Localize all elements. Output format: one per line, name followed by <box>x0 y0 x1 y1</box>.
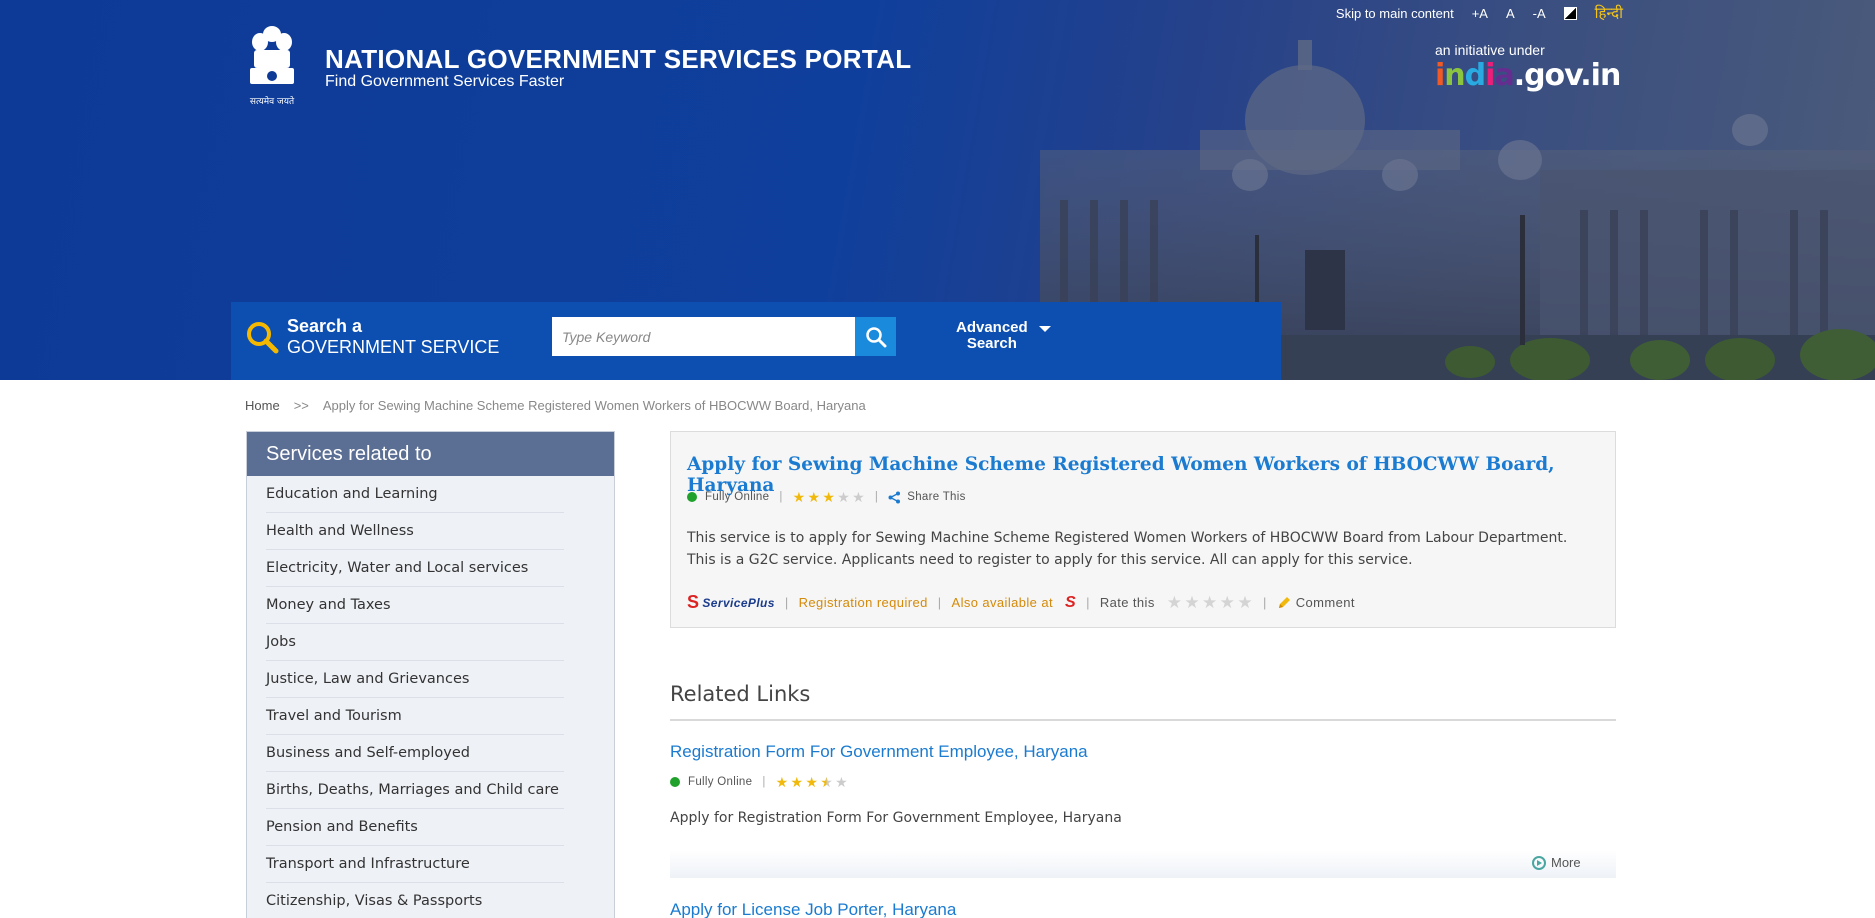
serviceplus-logo[interactable]: S ServicePlus <box>687 592 775 613</box>
star-icon: ★ <box>852 489 865 505</box>
comment-label: Comment <box>1295 595 1355 610</box>
skip-to-main-link[interactable]: Skip to main content <box>1336 6 1454 21</box>
category-item[interactable]: Travel and Tourism <box>266 698 564 735</box>
category-item[interactable]: Jobs <box>266 624 564 661</box>
search-icon <box>247 322 279 354</box>
font-increase-button[interactable]: +A <box>1472 6 1488 21</box>
share-icon[interactable] <box>888 491 901 504</box>
star-icon: ★ <box>837 489 851 505</box>
online-status-dot <box>687 492 697 502</box>
category-item[interactable]: Money and Taxes <box>266 587 564 624</box>
initiative-label: an initiative under <box>1435 42 1545 58</box>
related-links-heading: Related Links <box>670 682 811 706</box>
advanced-search-line2: Search <box>966 335 1017 352</box>
star-icon: ★ <box>792 489 806 505</box>
related-link-meta: Fully Online | ★ ★ ★ ★ ★ <box>670 775 848 789</box>
rate-star-icon[interactable]: ★ <box>1202 594 1218 611</box>
header-banner: सत्यमेव जयते NATIONAL GOVERNMENT SERVICE… <box>0 0 1875 380</box>
breadcrumb-separator: >> <box>293 398 309 413</box>
service-actions-row: S ServicePlus | Registration required | A… <box>687 592 1355 613</box>
service-meta: Fully Online | ★ ★ ★ ★ ★ | Share This <box>687 490 966 504</box>
serviceplus-small-icon[interactable]: S <box>1065 594 1076 612</box>
category-item[interactable]: Education and Learning <box>266 476 564 513</box>
search-label-line2: GOVERNMENT SERVICE <box>287 337 500 357</box>
rate-this-label: Rate this <box>1099 595 1155 610</box>
accessibility-bar: Skip to main content +A A -A हिन्दी <box>1336 4 1623 22</box>
category-item[interactable]: Citizenship, Visas & Passports <box>266 883 564 918</box>
category-item[interactable]: Transport and Infrastructure <box>266 846 564 883</box>
india-gov-logo[interactable]: india.gov.in <box>1435 58 1621 93</box>
high-contrast-icon[interactable] <box>1563 6 1577 20</box>
services-sidebar: Services related to Education and Learni… <box>246 431 615 918</box>
advanced-search-line1: Advanced <box>956 319 1028 336</box>
search-label-line1: Search a <box>287 316 363 336</box>
rate-star-icon[interactable]: ★ <box>1237 594 1253 611</box>
category-list: Education and Learning Health and Wellne… <box>247 476 614 918</box>
font-decrease-button[interactable]: -A <box>1533 6 1546 21</box>
category-item[interactable]: Business and Self-employed <box>266 735 564 772</box>
pencil-icon <box>1278 596 1290 608</box>
keyword-search-input[interactable] <box>552 317 856 356</box>
portal-title: NATIONAL GOVERNMENT SERVICES PORTAL <box>325 44 912 74</box>
half-star-icon: ★ <box>820 774 834 790</box>
share-this-link[interactable]: Share This <box>907 491 965 503</box>
divider <box>670 719 1616 721</box>
more-button[interactable]: More <box>1532 855 1581 870</box>
category-item[interactable]: Births, Deaths, Marriages and Child care <box>266 772 564 809</box>
star-icon: ★ <box>790 774 804 790</box>
national-emblem-icon: सत्यमेव जयते <box>250 26 295 107</box>
star-icon: ★ <box>807 489 821 505</box>
service-detail-card: Apply for Sewing Machine Scheme Register… <box>670 431 1616 628</box>
breadcrumb-current: Apply for Sewing Machine Scheme Register… <box>322 398 866 413</box>
category-item[interactable]: Justice, Law and Grievances <box>266 661 564 698</box>
sidebar-heading: Services related to <box>247 432 614 476</box>
related-link-title[interactable]: Registration Form For Government Employe… <box>670 742 1088 762</box>
rate-star-icon[interactable]: ★ <box>1220 594 1236 611</box>
star-icon: ★ <box>835 774 848 790</box>
related-rating-stars: ★ ★ ★ ★ ★ <box>776 775 848 789</box>
service-status: Fully Online <box>705 491 770 503</box>
service-rating-stars: ★ ★ ★ ★ ★ <box>793 490 865 504</box>
emblem-caption: सत्यमेव जयते <box>250 95 295 107</box>
category-item[interactable]: Electricity, Water and Local services <box>266 550 564 587</box>
more-band <box>670 850 1616 878</box>
advanced-search-button[interactable]: Advanced Search <box>956 320 1028 352</box>
breadcrumb-home-link[interactable]: Home <box>245 398 280 413</box>
related-link-description: Apply for Registration Form For Governme… <box>670 810 1122 826</box>
star-icon: ★ <box>822 489 836 505</box>
hindi-language-link[interactable]: हिन्दी <box>1595 3 1623 23</box>
star-icon: ★ <box>775 774 789 790</box>
serviceplus-label: ServicePlus <box>702 595 775 610</box>
search-panel: Search a GOVERNMENT SERVICE Advanced Sea… <box>231 302 1281 380</box>
registration-required-text: Registration required <box>798 595 928 610</box>
category-item[interactable]: Pension and Benefits <box>266 809 564 846</box>
also-available-text: Also available at <box>951 595 1053 610</box>
category-item[interactable]: Health and Wellness <box>266 513 564 550</box>
online-status-dot <box>670 777 680 787</box>
search-submit-button[interactable] <box>855 317 896 356</box>
related-link-status: Fully Online <box>688 776 753 788</box>
rate-star-icon[interactable]: ★ <box>1184 594 1200 611</box>
related-link-title[interactable]: Apply for License Job Porter, Haryana <box>670 900 956 918</box>
breadcrumb: Home >> Apply for Sewing Machine Scheme … <box>245 398 866 413</box>
rate-star-icon[interactable]: ★ <box>1167 594 1183 611</box>
comment-button[interactable]: Comment <box>1277 595 1355 610</box>
more-label: More <box>1551 855 1581 870</box>
star-icon: ★ <box>805 774 819 790</box>
magnifier-icon <box>865 326 886 347</box>
font-normal-button[interactable]: A <box>1506 6 1515 21</box>
rate-stars-input[interactable]: ★ ★ ★ ★ ★ <box>1167 594 1253 611</box>
caret-down-icon[interactable] <box>1039 326 1051 332</box>
service-description: This service is to apply for Sewing Mach… <box>687 530 1568 568</box>
play-circle-icon <box>1532 855 1546 870</box>
portal-subtitle: Find Government Services Faster <box>325 73 565 90</box>
page: सत्यमेव जयते NATIONAL GOVERNMENT SERVICE… <box>0 0 1875 918</box>
